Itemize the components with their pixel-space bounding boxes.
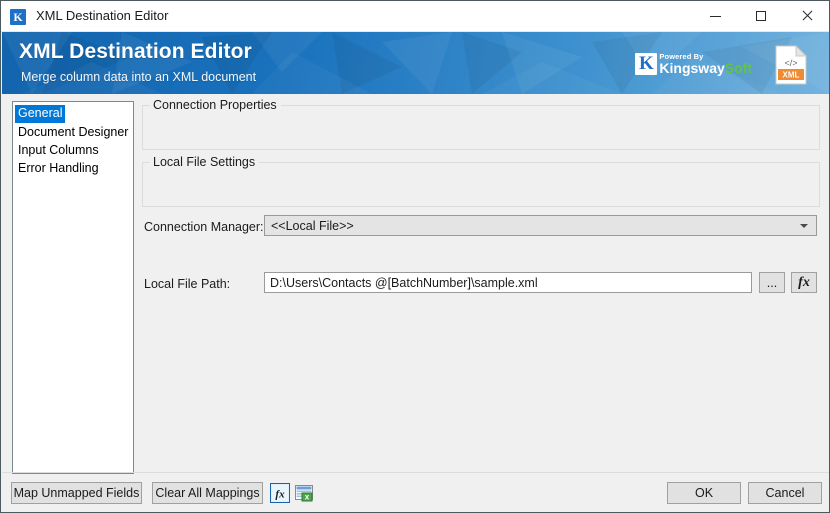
expression-fx-icon[interactable]: fx [270,483,290,503]
kingswaysoft-k-icon: K [10,9,26,25]
window-title: XML Destination Editor [36,8,169,23]
sidebar-item-error-handling[interactable]: Error Handling [15,160,102,177]
svg-text:fx: fx [275,489,285,501]
connection-properties-group: Connection Properties [142,98,820,150]
sidebar-item-document-designer[interactable]: Document Designer [15,124,131,141]
xml-file-icon: </> XML [775,45,808,85]
logo-k-mark: K [635,53,658,75]
logo-brand-first: Kingsway [659,60,725,77]
banner-title: XML Destination Editor [19,40,252,63]
logo-brand-second: Soft [724,60,752,77]
map-unmapped-fields-button[interactable]: Map Unmapped Fields [11,482,142,504]
local-file-path-value: D:\Users\Contacts @[BatchNumber]\sample.… [270,275,538,290]
title-bar: K XML Destination Editor [1,1,829,32]
maximize-icon [756,11,766,21]
footer-separator [2,472,829,473]
connection-manager-value: <<Local File>> [271,218,354,233]
close-icon [801,10,813,22]
maximize-button[interactable] [738,1,784,31]
connection-properties-label: Connection Properties [150,98,281,112]
sidebar-item-general[interactable]: General [15,105,66,123]
header-banner: XML Destination Editor Merge column data… [2,32,829,94]
browse-button[interactable]: ... [759,272,785,293]
sidebar-item-input-columns[interactable]: Input Columns [15,142,102,159]
svg-text:</>: </> [784,58,797,68]
expression-button[interactable]: fx [791,272,817,293]
local-file-path-input[interactable]: D:\Users\Contacts @[BatchNumber]\sample.… [264,272,752,293]
settings-nav-list[interactable]: General Document Designer Input Columns … [12,101,134,474]
dialog-body: General Document Designer Input Columns … [2,94,829,512]
kingswaysoft-logo: K Powered By KingswaySoft [635,49,752,79]
minimize-button[interactable] [692,1,738,31]
close-button[interactable] [784,1,829,31]
connection-manager-label: Connection Manager: [144,220,264,234]
local-file-path-label: Local File Path: [144,277,231,291]
chevron-down-icon [800,223,808,228]
svg-text:XML: XML [783,71,800,80]
minimize-icon [709,15,721,17]
cancel-button[interactable]: Cancel [748,482,822,504]
local-file-settings-group: Local File Settings [142,155,820,207]
local-file-settings-label: Local File Settings [150,155,260,169]
svg-text:x: x [305,493,310,502]
xml-destination-editor-window: K XML Destination Editor XML Destination… [0,0,830,513]
export-grid-icon[interactable]: x [294,483,314,503]
logo-powered-by: Powered By [659,51,704,61]
connection-manager-dropdown[interactable]: <<Local File>> [264,215,817,236]
ok-button[interactable]: OK [667,482,741,504]
clear-all-mappings-button[interactable]: Clear All Mappings [152,482,263,504]
banner-subtitle: Merge column data into an XML document [21,70,257,84]
